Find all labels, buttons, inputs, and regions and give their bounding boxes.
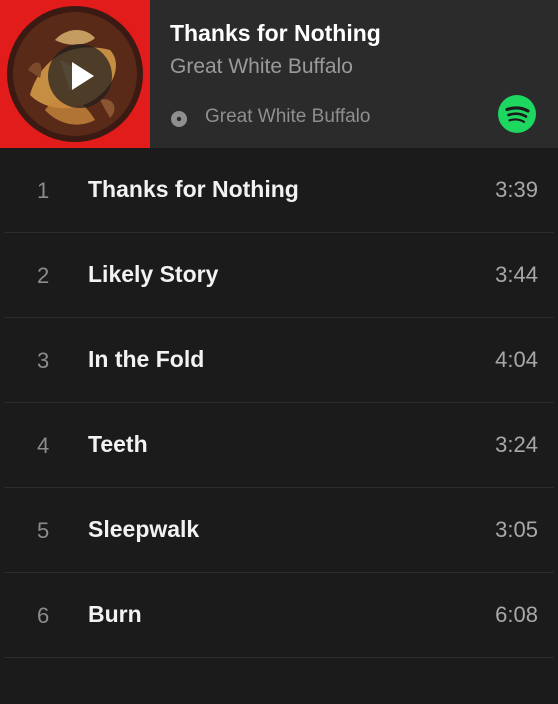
track-number: 4 [37,433,50,458]
track-duration: 3:05 [495,517,538,542]
track-title: Sleepwalk [88,516,200,542]
track-duration: 6:08 [495,602,538,627]
disc-icon [171,111,187,127]
now-playing-artist[interactable]: Great White Buffalo [170,55,353,79]
track-number: 1 [37,178,50,203]
spotify-embed-widget: Thanks for Nothing Great White Buffalo G… [0,0,558,704]
track-duration: 3:44 [495,262,538,287]
track-title: Teeth [88,431,148,457]
track-title: Likely Story [88,261,219,287]
row-divider [4,657,554,658]
track-row[interactable]: 4 Teeth 3:24 [0,403,558,488]
track-row[interactable]: 2 Likely Story 3:44 [0,233,558,318]
track-title: Burn [88,601,142,627]
track-row[interactable]: 3 In the Fold 4:04 [0,318,558,403]
now-playing-title[interactable]: Thanks for Nothing [170,20,381,47]
track-number: 2 [37,263,50,288]
track-number: 5 [37,518,50,543]
track-title: Thanks for Nothing [88,176,299,202]
track-row[interactable]: 1 Thanks for Nothing 3:39 [0,148,558,233]
source-album-label[interactable]: Great White Buffalo [205,106,370,128]
player-header: Thanks for Nothing Great White Buffalo G… [0,0,558,148]
play-button[interactable] [48,44,112,108]
track-duration: 4:04 [495,347,538,372]
spotify-icon[interactable] [498,95,536,133]
track-row[interactable]: 6 Burn 6:08 [0,573,558,658]
album-cover[interactable] [0,0,150,148]
track-row[interactable]: 5 Sleepwalk 3:05 [0,488,558,573]
track-title: In the Fold [88,346,205,372]
track-duration: 3:39 [495,177,538,202]
play-icon [72,62,94,90]
track-number: 6 [37,603,50,628]
track-number: 3 [37,348,50,373]
track-duration: 3:24 [495,432,538,457]
track-list: 1 Thanks for Nothing 3:39 2 Likely Story… [0,148,558,658]
